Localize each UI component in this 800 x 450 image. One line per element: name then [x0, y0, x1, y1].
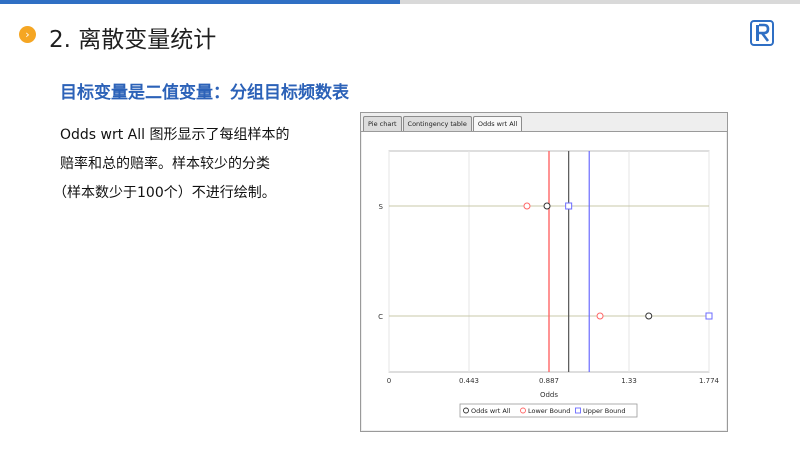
upper-bound-point: [705, 312, 713, 320]
odds-point: [543, 202, 551, 210]
x-tick-label: 0: [387, 377, 391, 385]
lower-bound-point: [523, 202, 531, 210]
lower-bound-point: [596, 312, 604, 320]
odds-point: [645, 312, 653, 320]
section-bullet-icon: ›: [19, 26, 36, 43]
description-text: Odds wrt All 图形显示了每组样本的 赔率和总的赔率。样本较少的分类 …: [53, 121, 345, 208]
x-axis-label: Odds: [540, 391, 558, 399]
odds-chart: 0 0.443 0.887 1.33 1.774 S C Odds Odds wrt All Lo…: [378, 150, 720, 418]
legend-marker: [575, 407, 581, 414]
tab-pie-chart[interactable]: Pie chart: [363, 116, 402, 131]
legend-label: Upper Bound: [583, 407, 626, 415]
tab-odds-wrt-all[interactable]: Odds wrt All: [472, 116, 523, 132]
legend-label: Lower Bound: [528, 407, 570, 415]
chart-area: 0 0.443 0.887 1.33 1.774 S C Odds Odds wrt All Lo…: [362, 132, 726, 430]
top-accent-bar: [0, 0, 400, 4]
y-tick-label: S: [379, 203, 384, 211]
upper-bound-point: [565, 202, 573, 210]
description-line: 赔率和总的赔率。样本较少的分类: [60, 156, 270, 172]
section-subtitle: 目标变量是二值变量：分组目标频数表: [60, 83, 349, 103]
brand-logo-icon: [750, 20, 774, 46]
legend-marker: [463, 407, 469, 414]
chart-window: Pie chart Contingency table Odds wrt All…: [360, 112, 728, 432]
tab-contingency-table[interactable]: Contingency table: [402, 116, 472, 131]
description-line: Odds wrt All 图形显示了每组样本的: [60, 127, 290, 143]
legend-label: Odds wrt All: [471, 407, 511, 415]
x-tick-label: 0.887: [539, 377, 559, 385]
top-grey-bar: [400, 0, 800, 4]
x-tick-label: 0.443: [459, 377, 479, 385]
x-tick-label: 1.774: [699, 377, 720, 385]
legend-marker: [520, 407, 526, 414]
page-title: 2. 离散变量统计: [49, 27, 217, 53]
x-tick-label: 1.33: [621, 377, 637, 385]
tab-bar: Pie chart Contingency table Odds wrt All: [363, 116, 523, 132]
y-tick-label: C: [378, 313, 383, 321]
description-line: （样本数少于100个）不进行绘制。: [53, 185, 276, 201]
